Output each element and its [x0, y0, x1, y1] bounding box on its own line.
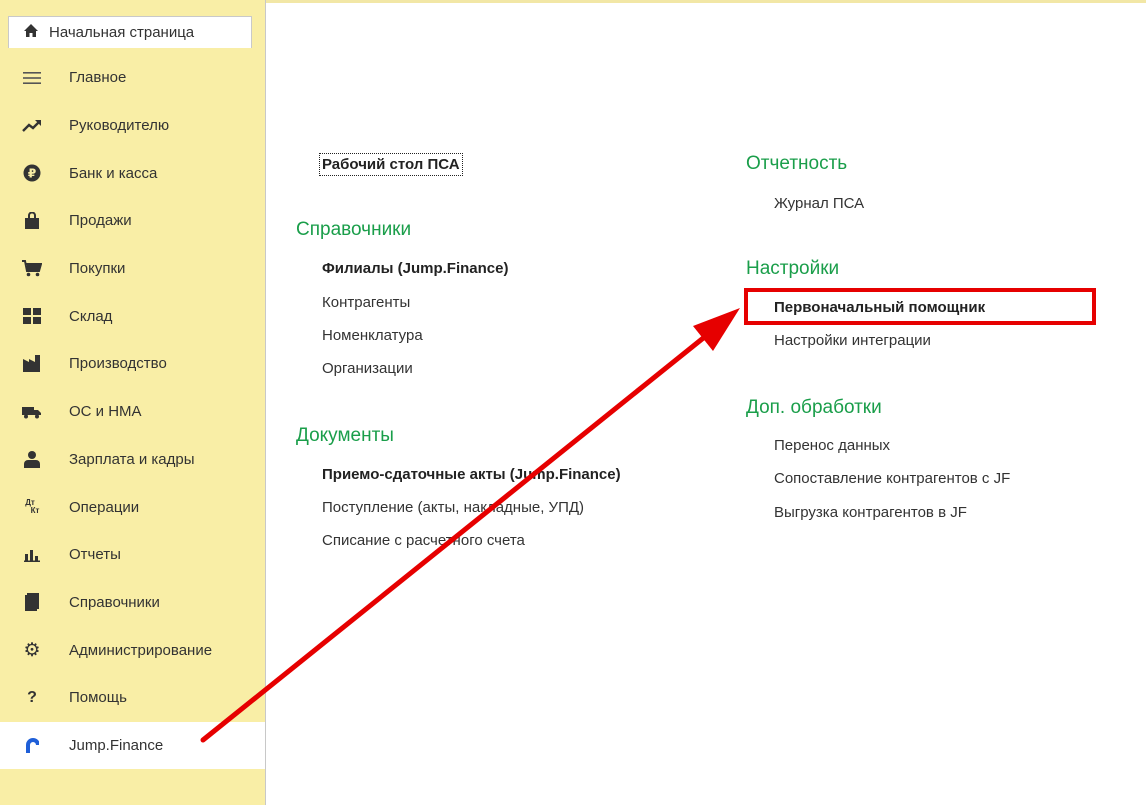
- sidebar-item-label: Покупки: [69, 260, 126, 278]
- link-counterparty-export[interactable]: Выгрузка контрагентов в JF: [774, 504, 967, 521]
- sidebar-item-bank[interactable]: ₽ Банк и касса: [0, 149, 265, 197]
- section-title-documents: Документы: [296, 425, 394, 446]
- question-icon: ?: [27, 688, 37, 706]
- sidebar-item-salary[interactable]: Зарплата и кадры: [0, 436, 265, 484]
- link-counterparty-matching[interactable]: Сопоставление контрагентов с JF: [774, 470, 1010, 487]
- sidebar-item-sales[interactable]: Продажи: [0, 197, 265, 245]
- link-branches[interactable]: Филиалы (Jump.Finance): [322, 260, 508, 277]
- link-counterparties[interactable]: Контрагенты: [322, 294, 410, 311]
- link-nomenclature[interactable]: Номенклатура: [322, 327, 423, 344]
- link-acceptance-acts[interactable]: Приемо-сдаточные акты (Jump.Finance): [322, 466, 621, 483]
- sidebar-item-jump-finance[interactable]: Jump.Finance: [0, 721, 265, 770]
- sidebar-item-label: Склад: [69, 307, 113, 325]
- link-organizations[interactable]: Организации: [322, 360, 413, 377]
- sidebar-item-label: Администрирование: [69, 641, 213, 659]
- desktop-psa-link[interactable]: Рабочий стол ПСА: [319, 153, 463, 176]
- sidebar-item-label: Помощь: [69, 689, 127, 707]
- link-integration-settings[interactable]: Настройки интеграции: [774, 332, 931, 349]
- sidebar: Начальная страница Главное Руководителю …: [0, 0, 266, 805]
- ruble-coin-icon: ₽: [21, 162, 43, 184]
- sidebar-item-label: ОС и НМА: [69, 403, 142, 421]
- svg-text:₽: ₽: [28, 167, 36, 181]
- sidebar-item-label: Банк и касса: [69, 164, 158, 182]
- section-title-directories: Справочники: [296, 219, 412, 240]
- sidebar-item-main[interactable]: Главное: [0, 54, 265, 102]
- main-content: Рабочий стол ПСА Справочники Филиалы (Ju…: [266, 0, 1146, 805]
- credit-glyph: Кт: [30, 506, 40, 516]
- sidebar-item-directories[interactable]: Справочники: [0, 579, 265, 627]
- shopping-bag-icon: [21, 210, 43, 232]
- debit-credit-icon: Дт Кт: [21, 496, 43, 518]
- sidebar-item-manager[interactable]: Руководителю: [0, 102, 265, 150]
- sidebar-item-operations[interactable]: Дт Кт Операции: [0, 483, 265, 531]
- trend-up-icon: [21, 115, 43, 137]
- warehouse-grid-icon: [21, 305, 43, 327]
- link-data-transfer[interactable]: Перенос данных: [774, 437, 890, 454]
- sidebar-item-label: Продажи: [69, 212, 132, 230]
- sidebar-item-label: Руководителю: [69, 117, 170, 135]
- book-icon: [21, 591, 43, 613]
- sidebar-item-production[interactable]: Производство: [0, 340, 265, 388]
- sidebar-item-label: Справочники: [69, 593, 160, 611]
- home-icon: [19, 23, 43, 42]
- truck-icon: [21, 401, 43, 423]
- sidebar-item-warehouse[interactable]: Склад: [0, 292, 265, 340]
- home-tab-label: Начальная страница: [49, 24, 195, 41]
- sidebar-item-reports[interactable]: Отчеты: [0, 531, 265, 579]
- section-title-extra-processing: Доп. обработки: [746, 397, 882, 418]
- sidebar-item-help[interactable]: ? Помощь: [0, 674, 265, 722]
- factory-icon: [21, 353, 43, 375]
- section-title-reports: Отчетность: [746, 153, 848, 174]
- cart-icon: [21, 258, 43, 280]
- home-tab[interactable]: Начальная страница: [8, 16, 252, 48]
- sidebar-item-admin[interactable]: ⚙ Администрирование: [0, 626, 265, 674]
- sidebar-item-label: Производство: [69, 355, 167, 373]
- bar-chart-icon: [21, 544, 43, 566]
- sidebar-nav: Главное Руководителю ₽ Банк и касса Прод…: [0, 54, 265, 770]
- section-title-settings: Настройки: [746, 258, 840, 279]
- jump-finance-logo-icon: [21, 734, 43, 756]
- sidebar-item-label: Операции: [69, 498, 140, 516]
- link-psa-journal[interactable]: Журнал ПСА: [774, 195, 864, 212]
- person-icon: [21, 448, 43, 470]
- sidebar-item-label: Главное: [69, 69, 127, 87]
- annotation-highlight-box: [744, 288, 1096, 325]
- gear-icon: ⚙: [23, 639, 41, 661]
- sidebar-item-label: Зарплата и кадры: [69, 450, 195, 468]
- sidebar-item-assets[interactable]: ОС и НМА: [0, 388, 265, 436]
- sidebar-item-label: Jump.Finance: [69, 736, 164, 754]
- menu-lines-icon: [21, 67, 43, 89]
- link-write-off[interactable]: Списание с расчетного счета: [322, 532, 525, 549]
- sidebar-item-label: Отчеты: [69, 546, 121, 564]
- sidebar-item-purchases[interactable]: Покупки: [0, 245, 265, 293]
- link-receipts[interactable]: Поступление (акты, накладные, УПД): [322, 499, 584, 516]
